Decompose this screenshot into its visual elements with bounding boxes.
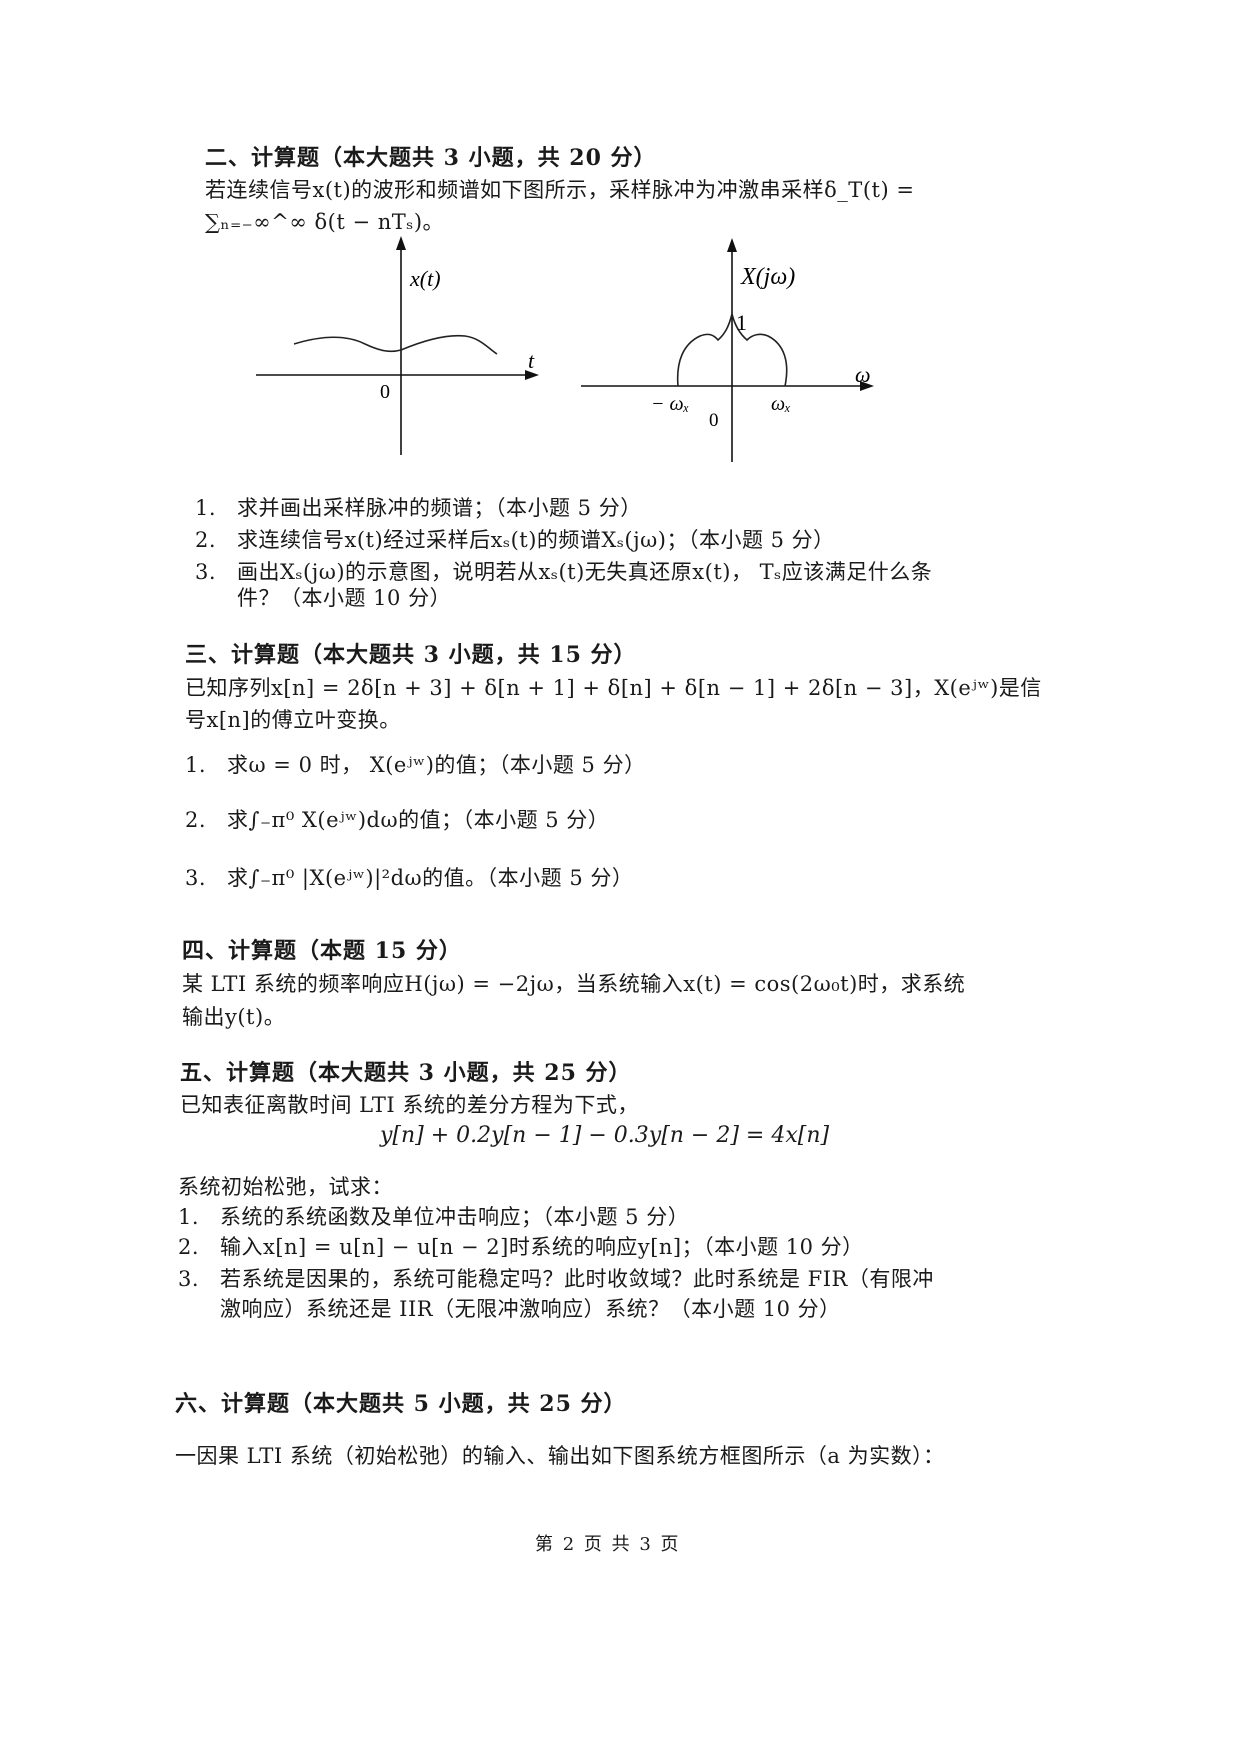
section2-item-2: 2. 求连续信号x(t)经过采样后xₛ(t)的频谱Xₛ(jω)；（本小题 5 分） <box>195 528 835 552</box>
spectrum-figure: X(jω) 1 ω − ωₓ ωₓ 0 <box>581 238 874 462</box>
section2-heading: 二、计算题（本大题共 3 小题，共 20 分） <box>205 145 657 171</box>
spectrum-origin-label: 0 <box>709 410 719 431</box>
section2-item-3-continued: 件？（本小题 10 分） <box>237 586 452 610</box>
spectrum-pos-tick-label: ωₓ <box>771 393 791 415</box>
signal-xlabel: t <box>528 348 535 373</box>
spectrum-xlabel: ω <box>855 362 871 387</box>
section5-heading: 五、计算题（本大题共 3 小题，共 25 分） <box>180 1060 632 1086</box>
signal-waveform-figure: x(t) t 0 <box>256 236 539 455</box>
page-number-footer: 第 2 页 共 3 页 <box>535 1534 681 1555</box>
section3-item-2: 2. 求∫₋π⁰ X(eʲʷ)dω的值；（本小题 5 分） <box>185 808 610 832</box>
spectrum-peak-label: 1 <box>736 310 747 335</box>
spectrum-y-axis-arrow <box>727 238 737 252</box>
section5-item-3-continued: 激响应）系统还是 IIR（无限冲激响应）系统？（本小题 10 分） <box>220 1297 841 1321</box>
section3-intro-line1: 已知序列x[n] = 2δ[n + 3] + δ[n + 1] + δ[n] +… <box>185 676 1042 700</box>
section5-condition: 系统初始松弛，试求： <box>178 1175 393 1199</box>
section5-item-3: 3. 若系统是因果的，系统可能稳定吗？此时收敛域？此时系统是 FIR（有限冲 <box>178 1267 934 1291</box>
signal-origin-label: 0 <box>380 381 390 403</box>
spectrum-ylabel: X(jω) <box>740 264 795 290</box>
section4-heading: 四、计算题（本题 15 分） <box>182 938 462 964</box>
section2-item-1: 1. 求并画出采样脉冲的频谱；（本小题 5 分） <box>195 496 642 520</box>
signal-curve <box>293 334 498 355</box>
section3-item-1: 1. 求ω = 0 时， X(eʲʷ)的值；（本小题 5 分） <box>185 753 646 777</box>
section6-intro: 一因果 LTI 系统（初始松弛）的输入、输出如下图系统方框图所示（a 为实数）： <box>175 1444 945 1468</box>
section5-item-1: 1. 系统的系统函数及单位冲击响应；（本小题 5 分） <box>178 1205 690 1229</box>
section3-intro-line2: 号x[n]的傅立叶变换。 <box>185 708 401 732</box>
section3-item-3: 3. 求∫₋π⁰ |X(eʲʷ)|²dω的值。（本小题 5 分） <box>185 866 634 890</box>
section2-intro-line1: 若连续信号x(t)的波形和频谱如下图所示，采样脉冲为冲激串采样δ_T(t) = <box>205 178 915 202</box>
section3-heading: 三、计算题（本大题共 3 小题，共 15 分） <box>185 642 637 668</box>
section5-equation: y[n] + 0.2y[n − 1] − 0.3y[n − 2] = 4x[n] <box>380 1123 830 1148</box>
section5-item-2: 2. 输入x[n] = u[n] − u[n − 2]时系统的响应y[n]；（本小… <box>178 1235 864 1259</box>
section4-line1: 某 LTI 系统的频率响应H(jω) = −2jω，当系统输入x(t) = co… <box>182 972 966 996</box>
section4-line2: 输出y(t)。 <box>182 1005 286 1029</box>
y-axis-arrow <box>396 236 406 250</box>
spectrum-neg-tick-label: − ωₓ <box>651 393 689 415</box>
section5-intro: 已知表征离散时间 LTI 系统的差分方程为下式， <box>180 1093 639 1117</box>
signal-ylabel: x(t) <box>409 266 441 291</box>
section6-heading: 六、计算题（本大题共 5 小题，共 25 分） <box>175 1391 627 1417</box>
